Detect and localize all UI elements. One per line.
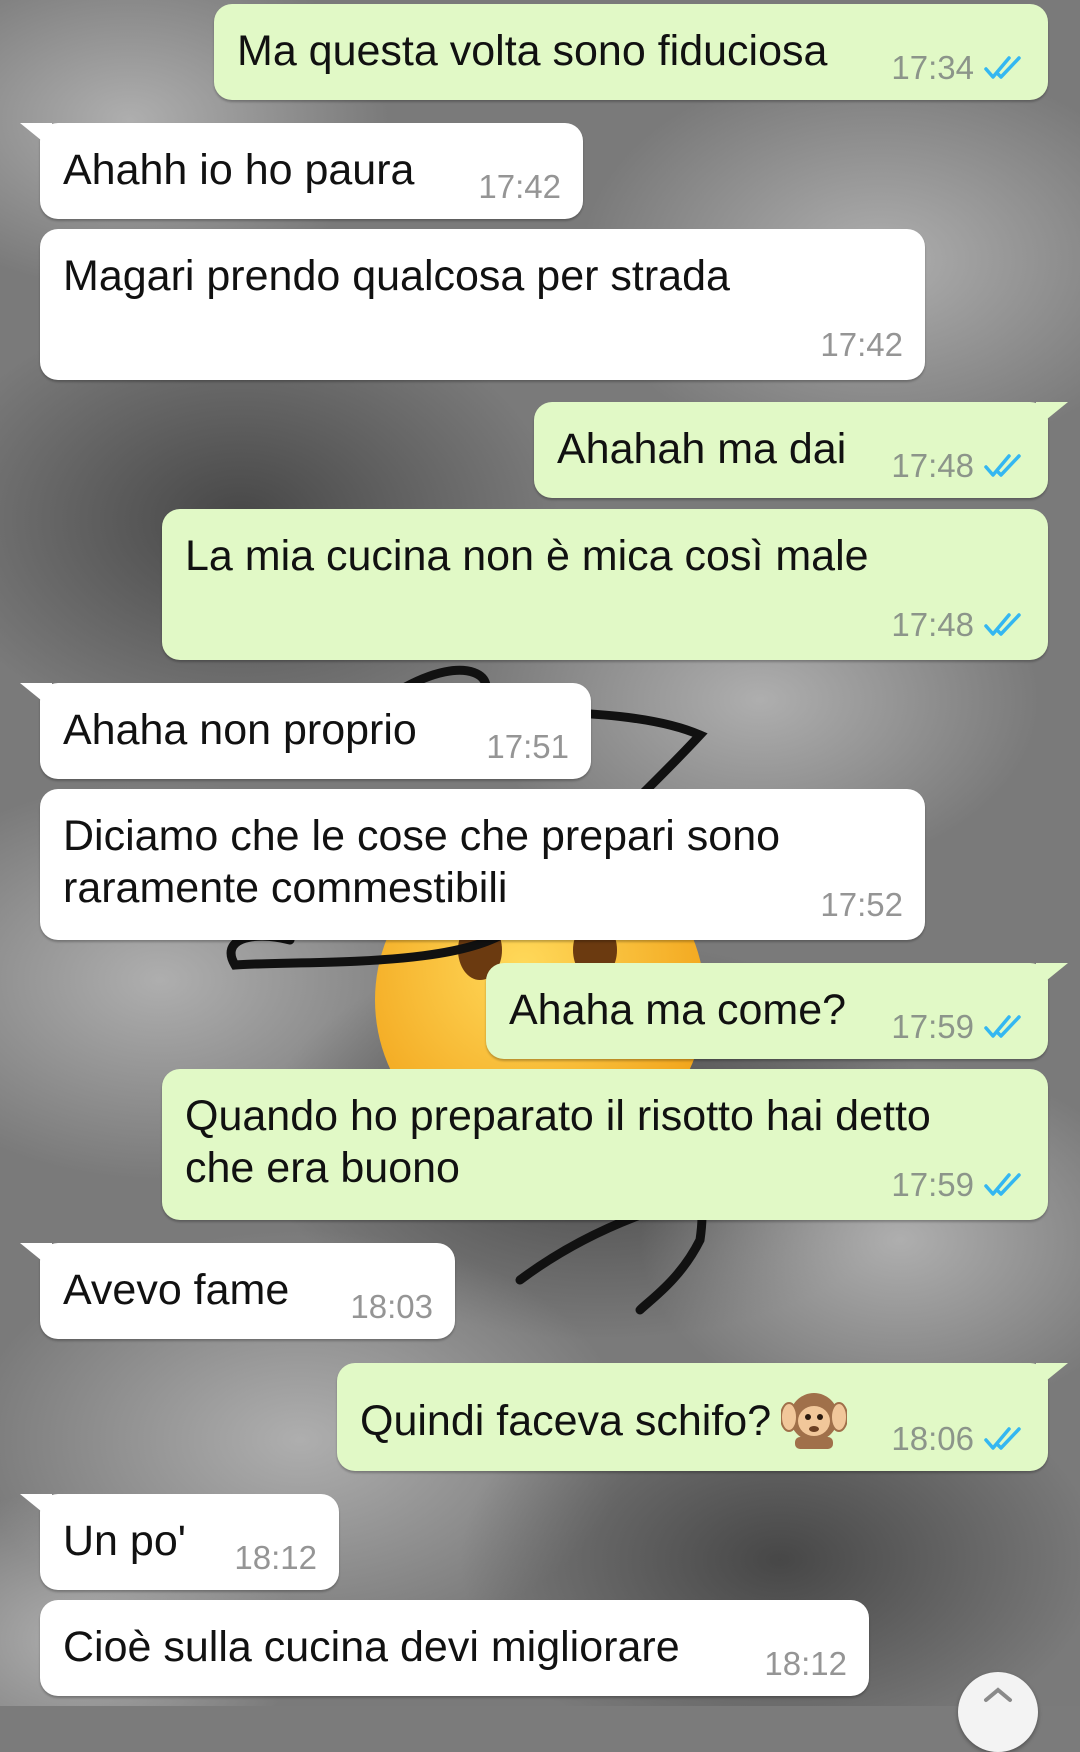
incoming-message[interactable]: Cioè sulla cucina devi migliorare 18:12 [40, 1600, 869, 1696]
message-text: Quindi faceva schifo? [360, 1387, 848, 1449]
outgoing-message[interactable]: La mia cucina non è mica così male 17:48 [162, 509, 1048, 660]
chevron-down-icon [984, 1687, 1012, 1702]
read-receipt-icon [984, 1427, 1021, 1450]
outgoing-message[interactable]: Quindi faceva schifo? 18:06 [337, 1363, 1068, 1471]
message-text: Magari prendo qualcosa per strada [63, 252, 730, 300]
message-time: 18:12 [764, 1645, 847, 1682]
message-time: 17:42 [820, 326, 903, 363]
message-text: Ma questa volta sono fiduciosa [237, 27, 828, 75]
message-time: 18:03 [350, 1288, 433, 1325]
read-receipt-icon [984, 56, 1021, 79]
outgoing-message[interactable]: Ahaha ma come? 17:59 [486, 963, 1068, 1059]
incoming-message[interactable]: Magari prendo qualcosa per strada 17:42 [40, 229, 925, 380]
outgoing-message[interactable]: Ahahah ma dai 17:48 [534, 402, 1068, 498]
scroll-to-bottom-button[interactable] [958, 1672, 1038, 1752]
message-time: 17:59 [891, 1008, 974, 1045]
message-time: 17:51 [486, 728, 569, 765]
message-text: Ahahh io ho paura [63, 146, 415, 194]
bubble-tail [20, 1494, 52, 1520]
bubble-tail [20, 123, 52, 149]
message-time: 17:34 [891, 49, 974, 86]
bubble-tail [1036, 402, 1068, 428]
incoming-message[interactable]: Avevo fame 18:03 [20, 1243, 455, 1339]
message-text: Ahaha non proprio [63, 706, 417, 754]
message-text: La mia cucina non è mica così male [185, 532, 869, 580]
outgoing-message[interactable]: Quando ho preparato il risotto hai detto… [162, 1069, 1048, 1220]
message-text: Ahahah ma dai [557, 425, 847, 473]
message-time: 17:48 [891, 606, 974, 643]
bubble-tail [1036, 963, 1068, 989]
message-text: Avevo fame [63, 1266, 290, 1314]
message-text: Ahaha ma come? [509, 986, 847, 1034]
message-text-line-2: che era buono [185, 1144, 460, 1192]
incoming-message[interactable]: Un po' 18:12 [20, 1494, 339, 1590]
bubble-tail [1036, 1363, 1068, 1389]
message-text: Un po' [63, 1517, 186, 1565]
message-time: 18:12 [234, 1539, 317, 1576]
message-text-line-2: raramente commestibili [63, 864, 508, 912]
message-text-content: Quindi faceva schifo? [360, 1397, 772, 1445]
incoming-message[interactable]: Diciamo che le cose che prepari sono rar… [40, 789, 925, 940]
message-time: 18:06 [891, 1420, 974, 1457]
outgoing-message[interactable]: Ma questa volta sono fiduciosa 17:34 [214, 4, 1048, 100]
read-receipt-icon [984, 454, 1021, 477]
message-text-line-1: Quando ho preparato il risotto hai detto [185, 1092, 931, 1140]
message-text-line-1: Diciamo che le cose che prepari sono [63, 812, 781, 860]
message-time: 17:52 [820, 886, 903, 923]
message-time: 17:42 [478, 168, 561, 205]
read-receipt-icon [984, 1173, 1021, 1196]
incoming-message[interactable]: Ahaha non proprio 17:51 [20, 683, 591, 779]
message-time: 17:59 [891, 1166, 974, 1203]
message-text: Cioè sulla cucina devi migliorare [63, 1623, 680, 1671]
bubble-tail [20, 1243, 52, 1269]
read-receipt-icon [984, 613, 1021, 636]
read-receipt-icon [984, 1015, 1021, 1038]
incoming-message[interactable]: Ahahh io ho paura 17:42 [20, 123, 583, 219]
bubble-tail [20, 683, 52, 709]
message-time: 17:48 [891, 447, 974, 484]
hear-no-evil-monkey-icon [781, 1393, 848, 1449]
